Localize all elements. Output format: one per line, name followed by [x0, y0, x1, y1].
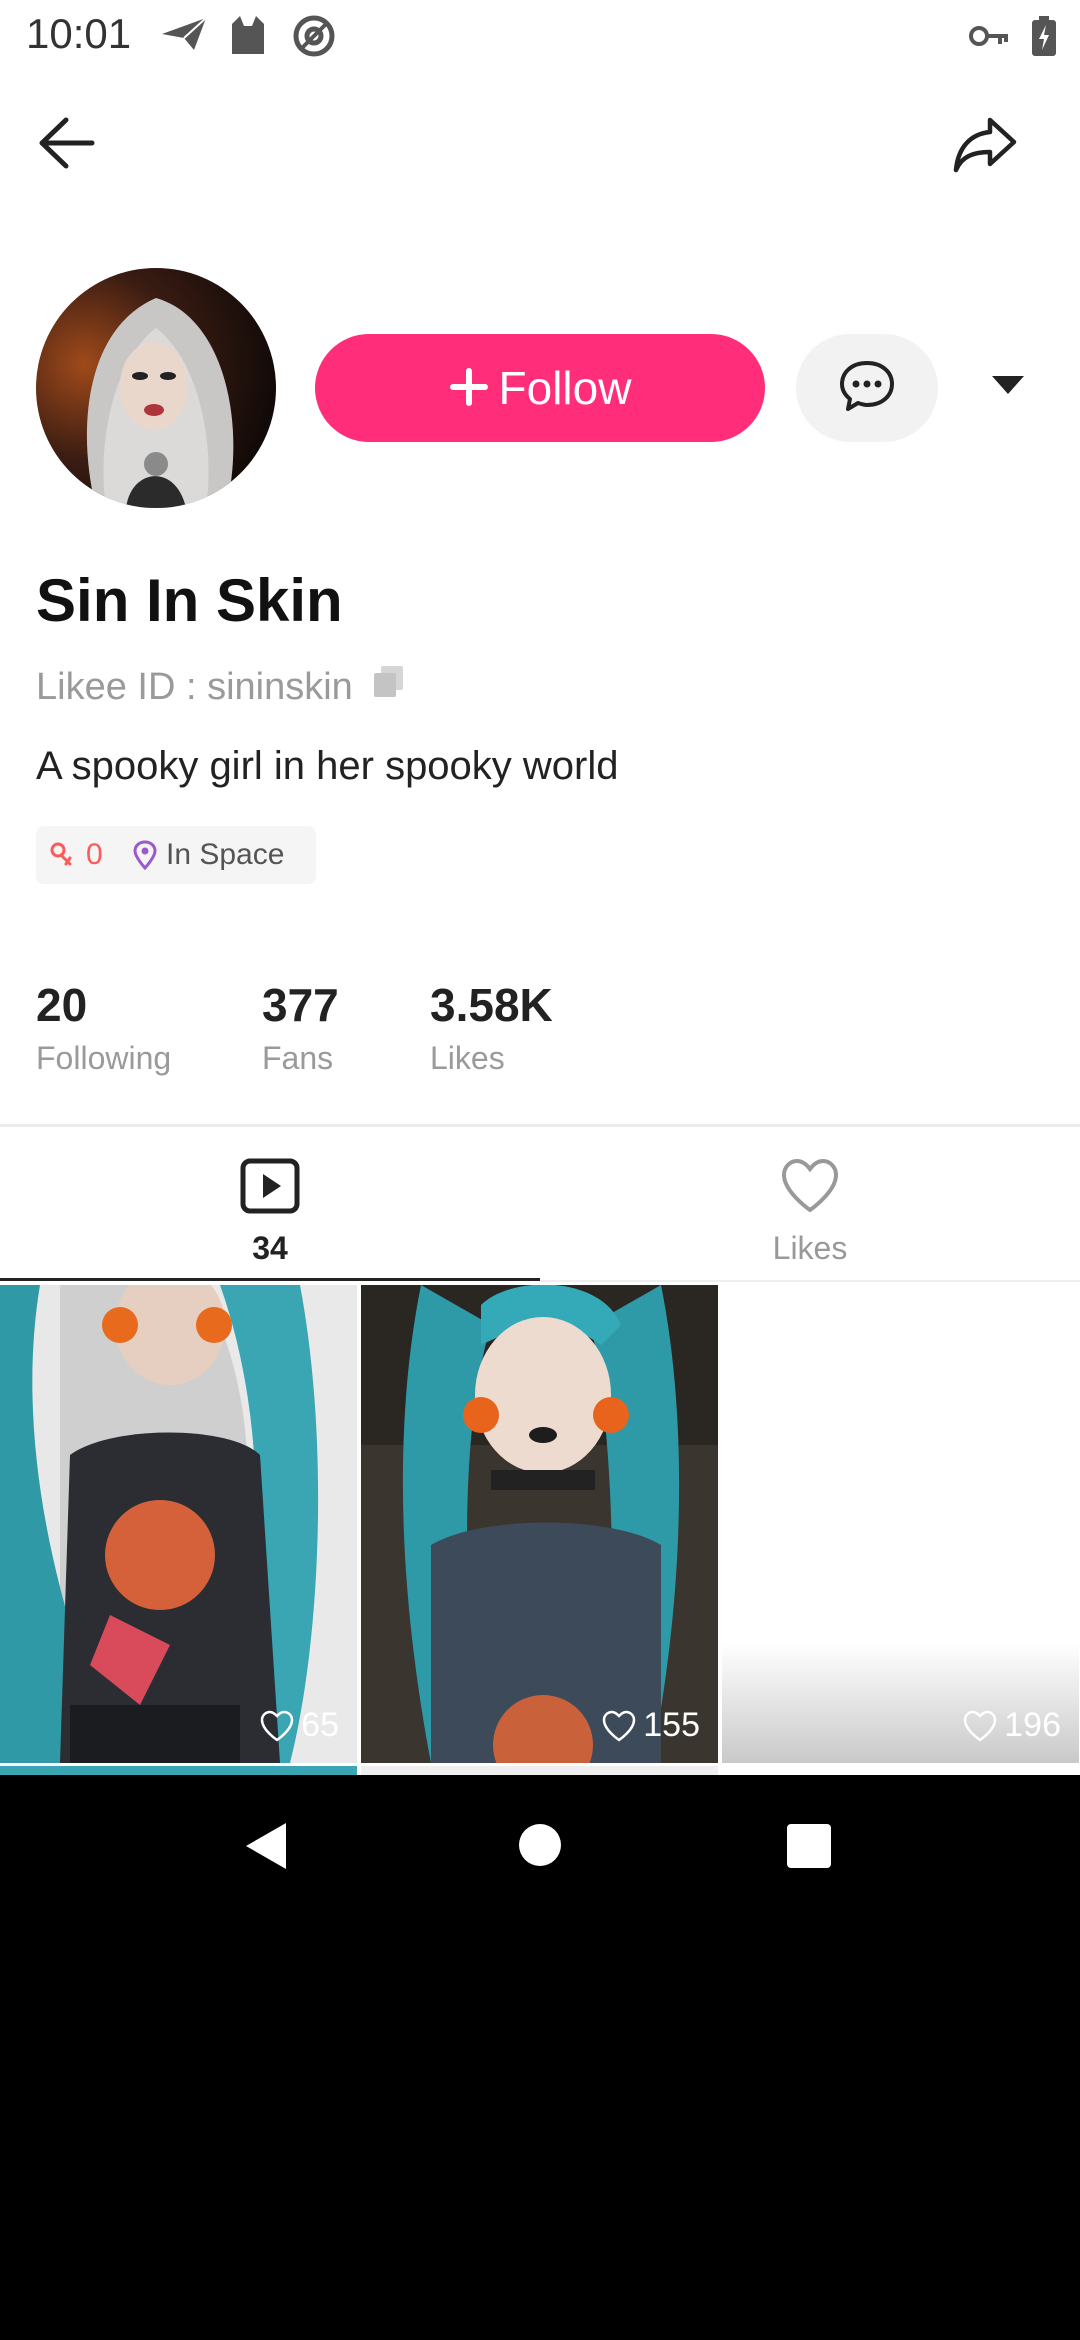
profile-name: Sin In Skin	[36, 567, 343, 634]
profile-screen: 10:01 Follow Sin In Skin Likee ID: sini…	[0, 0, 1080, 1775]
likes-label: Likes	[430, 1040, 505, 1076]
likes-count: 3.58K	[430, 979, 553, 1031]
battery-charging-icon	[1032, 16, 1056, 61]
video-likes: 155	[601, 1706, 700, 1745]
video-thumbnail[interactable]: 196	[722, 1285, 1079, 1763]
nav-back-icon[interactable]	[244, 1821, 288, 1876]
likee-id-text: Likee ID : sininskin	[36, 665, 353, 708]
follow-button[interactable]: Follow	[315, 334, 765, 442]
tab-likes-label: Likes	[772, 1230, 848, 1266]
back-arrow-icon[interactable]	[36, 116, 96, 175]
chat-bubble-icon	[838, 359, 896, 418]
location-pin-icon	[132, 840, 158, 870]
location-tag-text: In Space	[166, 838, 285, 871]
likee-id: Likee ID : sininskin	[36, 664, 407, 710]
section-divider	[0, 1124, 1080, 1127]
tab-videos-count: 34	[252, 1230, 288, 1266]
video-likes-count: 196	[1004, 1706, 1061, 1744]
following-count[interactable]: 20	[36, 978, 87, 1032]
active-tab-indicator	[0, 1278, 540, 1281]
heart-icon	[780, 1158, 840, 1219]
avatar[interactable]	[36, 268, 276, 508]
next-row-thumbnail[interactable]	[0, 1766, 357, 1775]
video-thumbnail[interactable]: 65	[0, 1285, 357, 1763]
plus-icon	[449, 360, 489, 416]
cat-icon	[228, 14, 268, 61]
send-icon	[160, 14, 208, 59]
fans-label[interactable]: Fans	[262, 1040, 333, 1077]
status-time: 10:01	[26, 10, 132, 57]
location-tag[interactable]: In Space	[120, 826, 316, 884]
message-button[interactable]	[796, 334, 938, 442]
fans-tag-text: 0	[86, 838, 103, 871]
video-likes: 196	[962, 1706, 1061, 1745]
nav-home-icon[interactable]	[518, 1823, 562, 1872]
nav-recents-icon[interactable]	[786, 1823, 832, 1874]
copy-icon[interactable]	[371, 664, 407, 710]
following-label[interactable]: Following	[36, 1040, 171, 1077]
share-icon[interactable]	[952, 114, 1018, 179]
dropdown-arrow-icon[interactable]	[992, 376, 1024, 394]
tab-videos[interactable]: 34	[0, 1130, 540, 1280]
people-icon	[48, 841, 76, 869]
video-likes-count: 155	[643, 1706, 700, 1744]
video-play-icon	[240, 1158, 300, 1219]
video-thumbnail[interactable]: 155	[361, 1285, 718, 1763]
next-row-thumbnail[interactable]	[361, 1766, 718, 1775]
at-sign-icon	[292, 14, 336, 63]
status-bar: 10:01	[0, 0, 1080, 72]
tab-divider	[540, 1280, 1080, 1282]
video-likes-count: 65	[301, 1706, 339, 1744]
tab-likes[interactable]: Likes	[540, 1130, 1080, 1280]
video-likes: 65	[259, 1706, 339, 1745]
system-nav-bar	[0, 1775, 1080, 1920]
vpn-key-icon	[968, 22, 1010, 55]
follow-label: Follow	[498, 362, 632, 414]
fans-count[interactable]: 377	[262, 978, 339, 1032]
profile-bio: A spooky girl in her spooky world	[36, 744, 619, 788]
